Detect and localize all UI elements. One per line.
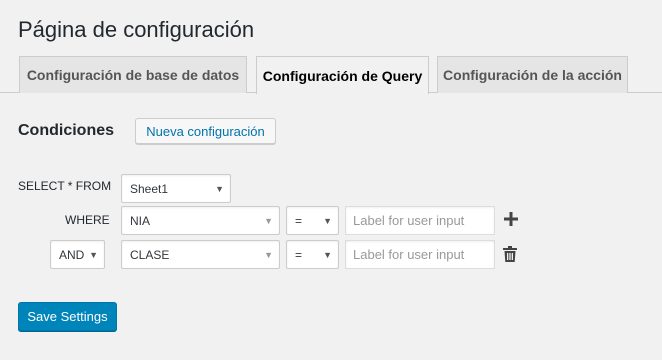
and-operator-value: = bbox=[295, 247, 303, 262]
and-user-input-label[interactable]: Label for user input bbox=[345, 240, 495, 269]
tab-action-config[interactable]: Configuración de la acción bbox=[437, 56, 628, 93]
tab-database-config[interactable]: Configuración de base de datos bbox=[19, 56, 247, 93]
where-operator-value: = bbox=[295, 213, 303, 228]
and-field-select[interactable]: CLASE ▼ bbox=[121, 240, 280, 269]
where-field-select[interactable]: NIA ▼ bbox=[121, 206, 280, 235]
caret-down-icon: ▼ bbox=[215, 183, 224, 194]
where-label: WHERE bbox=[65, 213, 110, 227]
select-from-label: SELECT * FROM bbox=[18, 179, 112, 193]
tab-query-config[interactable]: Configuración de Query bbox=[256, 56, 429, 94]
connector-value: AND bbox=[59, 247, 85, 262]
where-operator-select[interactable]: = ▼ bbox=[286, 206, 339, 235]
and-field-value: CLASE bbox=[130, 247, 170, 262]
conditions-heading: Condiciones bbox=[18, 122, 115, 139]
trash-icon[interactable] bbox=[502, 245, 518, 263]
and-operator-select[interactable]: = ▼ bbox=[286, 240, 339, 269]
where-user-input-label[interactable]: Label for user input bbox=[345, 206, 495, 235]
page-title: Página de configuración bbox=[18, 17, 255, 42]
tab-bar: Configuración de base de datos Configura… bbox=[0, 56, 662, 94]
plus-icon[interactable] bbox=[502, 210, 520, 228]
caret-down-icon: ▼ bbox=[323, 215, 332, 226]
caret-down-icon: ▼ bbox=[264, 215, 273, 226]
table-select-value: Sheet1 bbox=[130, 181, 169, 196]
caret-down-icon: ▼ bbox=[323, 249, 332, 260]
connector-select[interactable]: AND ▼ bbox=[50, 240, 105, 269]
save-settings-button[interactable]: Save Settings bbox=[18, 302, 117, 331]
where-field-value: NIA bbox=[130, 213, 151, 228]
new-configuration-button[interactable]: Nueva configuración bbox=[135, 118, 276, 144]
caret-down-icon: ▼ bbox=[264, 249, 273, 260]
table-select[interactable]: Sheet1 ▼ bbox=[121, 174, 231, 203]
caret-down-icon: ▼ bbox=[89, 249, 98, 260]
